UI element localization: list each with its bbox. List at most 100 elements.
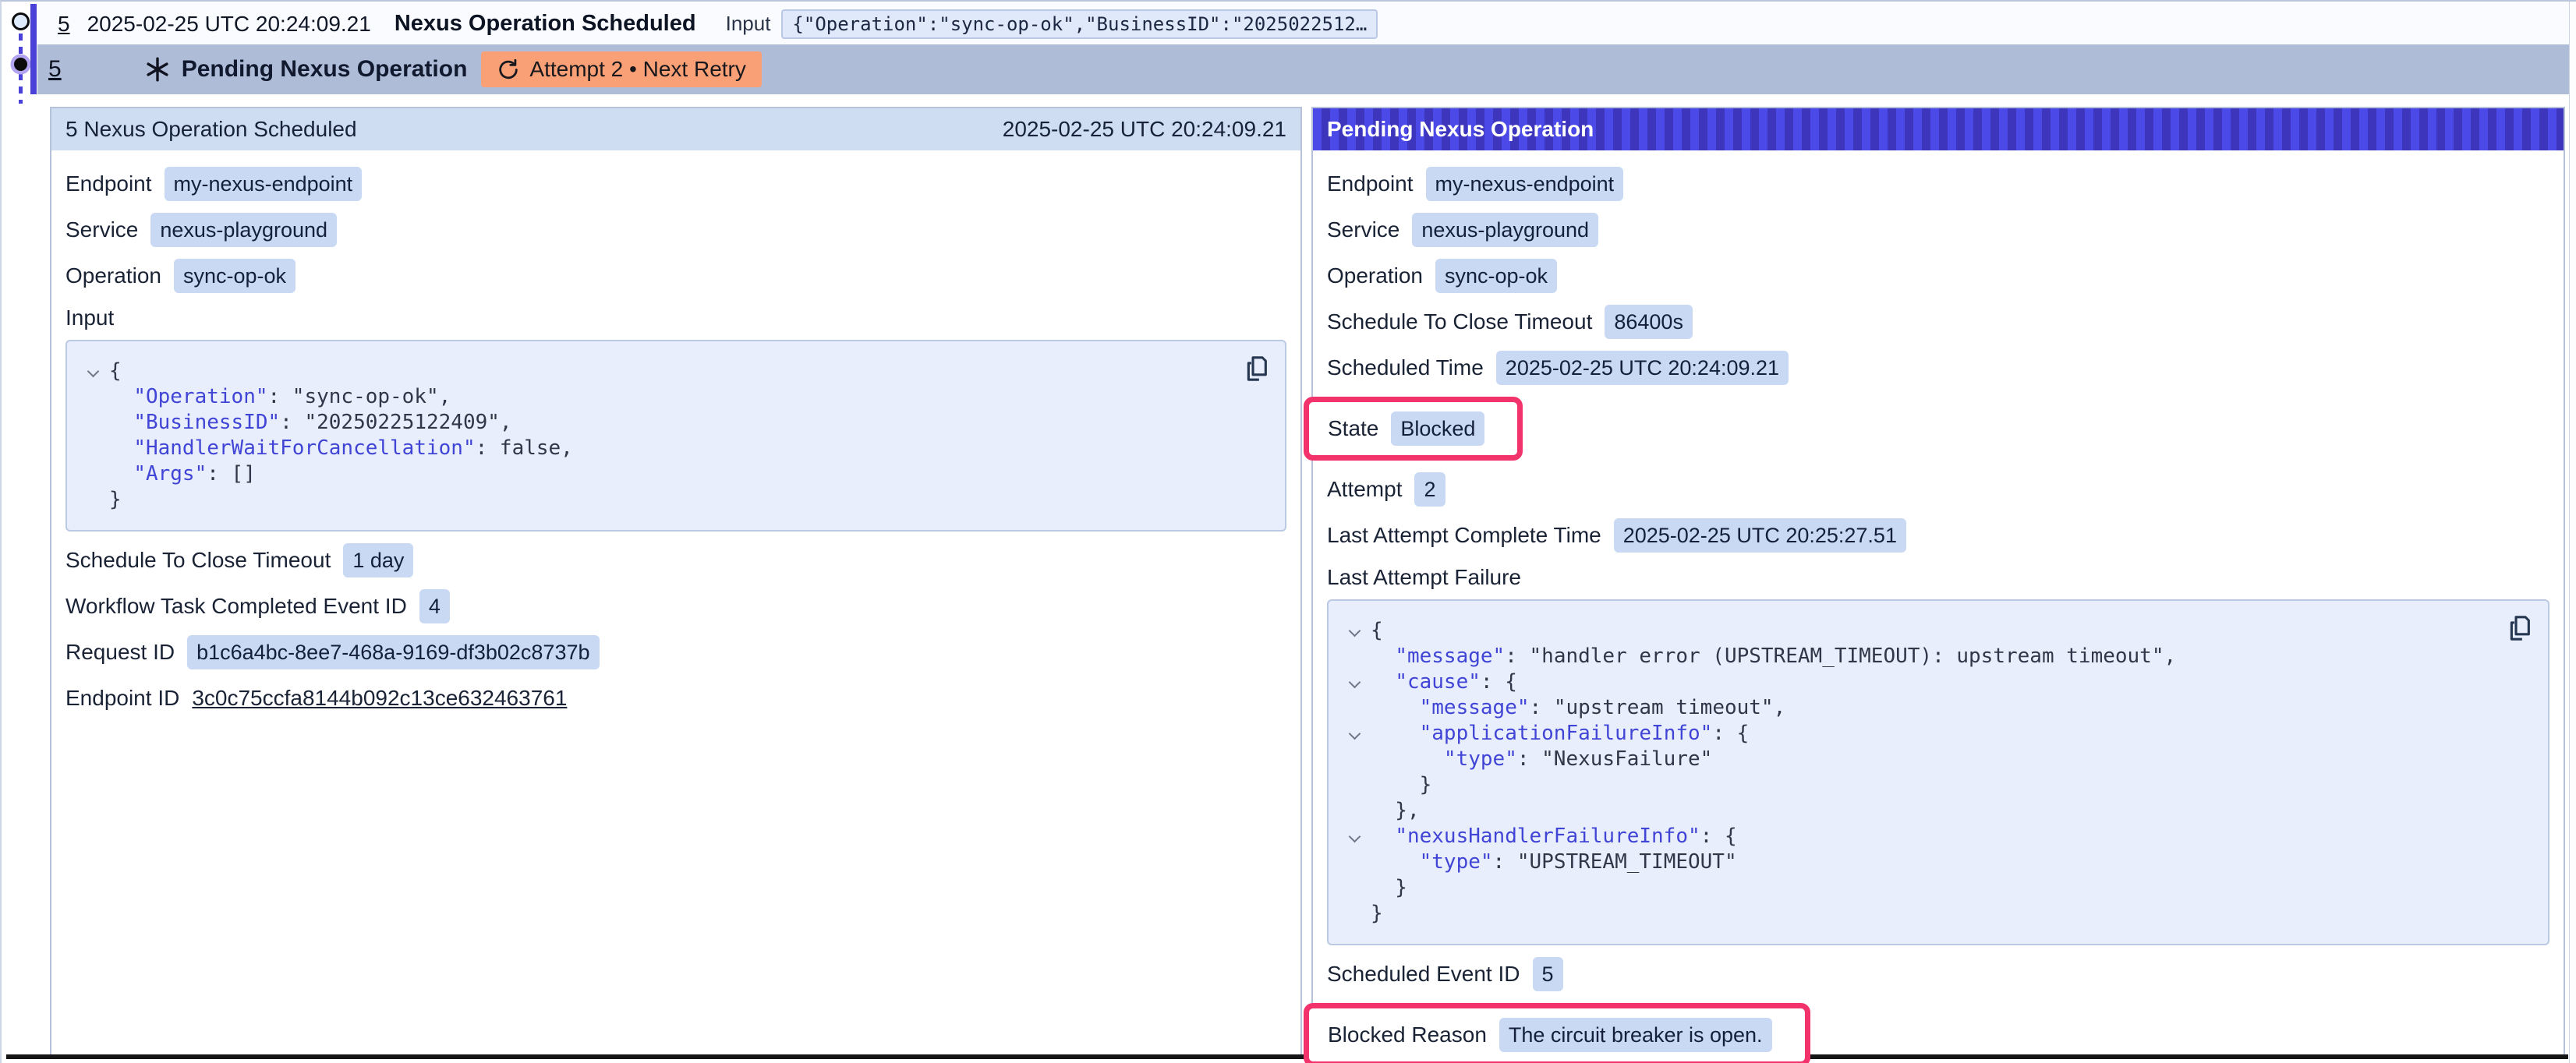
input-section-label: Input <box>65 305 1286 330</box>
code-gutter <box>1338 695 1371 704</box>
event-id-link[interactable]: 5 <box>58 12 70 37</box>
code-line: "type": "UPSTREAM_TIMEOUT" <box>1338 849 2501 875</box>
field-label-scheduled-time: Scheduled Time <box>1327 355 1484 380</box>
field-label-request-id: Request ID <box>65 640 175 665</box>
field-schedule-to-close-timeout: Schedule To Close Timeout86400s <box>1327 305 2549 339</box>
code-text: } <box>109 487 122 513</box>
code-gutter <box>1338 747 1371 755</box>
field-operation: Operationsync-op-ok <box>1327 259 2549 293</box>
copy-icon[interactable] <box>2506 613 2534 645</box>
code-gutter <box>1338 901 1371 909</box>
field-label-workflow-task-completed-event-id: Workflow Task Completed Event ID <box>65 594 407 619</box>
code-line: "Args": [] <box>76 461 1238 487</box>
field-endpoint: Endpoint my-nexus-endpoint <box>65 167 1286 201</box>
code-text: "nexusHandlerFailureInfo": { <box>1371 824 1737 849</box>
annotation-highlight-blocked-reason: Blocked Reason The circuit breaker is ope… <box>1304 1003 1810 1063</box>
code-text: } <box>1371 875 1407 901</box>
event-row-pending-nexus-operation[interactable]: 5 Pending Nexus Operation Attempt 2 • Ne… <box>37 44 2570 94</box>
code-line: }, <box>1338 798 2501 824</box>
code-line: { <box>76 358 1238 384</box>
scrollbar-track[interactable] <box>2569 2 2576 1063</box>
collapse-chevron-icon[interactable] <box>1338 721 1371 738</box>
field-value-endpoint: my-nexus-endpoint <box>165 167 363 201</box>
field-value-attempt: 2 <box>1414 472 1445 507</box>
fields-bottom: Scheduled Event ID5 Blocked Reason The cir… <box>1327 957 2549 1063</box>
input-label: Input <box>726 12 771 36</box>
code-text: "message": "upstream timeout", <box>1371 695 1785 721</box>
field-value-service: nexus-playground <box>1412 213 1598 247</box>
code-text: { <box>1371 618 1383 644</box>
code-line: "HandlerWaitForCancellation": false, <box>76 436 1238 461</box>
copy-icon[interactable] <box>1243 354 1271 385</box>
event-title: Pending Nexus Operation <box>182 56 468 83</box>
field-value-state: Blocked <box>1391 411 1484 446</box>
input-json-viewer: { "Operation": "sync-op-ok", "BusinessID… <box>65 340 1286 532</box>
input-preview-chip: {"Operation":"sync-op-ok","BusinessID":"… <box>781 9 1378 39</box>
code-text: "Operation": "sync-op-ok", <box>109 384 451 410</box>
last-attempt-failure-label: Last Attempt Failure <box>1327 565 2549 590</box>
field-value-workflow-task-completed-event-id: 4 <box>419 589 450 623</box>
field-label-attempt: Attempt <box>1327 477 1402 502</box>
field-value-endpoint-id[interactable]: 3c0c75ccfa8144b092c13ce632463761 <box>192 686 567 711</box>
annotation-highlight-state: State Blocked <box>1304 397 1523 461</box>
code-line: } <box>1338 772 2501 798</box>
code-text: "cause": { <box>1371 669 1517 695</box>
field-value-blocked-reason: The circuit breaker is open. <box>1499 1018 1772 1052</box>
pending-operation-panel-body: Endpointmy-nexus-endpointServicenexus-pl… <box>1313 150 2564 1063</box>
collapse-chevron-icon[interactable] <box>1338 824 1371 841</box>
field-value-scheduled-time: 2025-02-25 UTC 20:24:09.21 <box>1496 351 1789 385</box>
event-title: Nexus Operation Scheduled <box>395 11 696 37</box>
retry-attempt-badge: Attempt 2 • Next Retry <box>481 51 761 87</box>
field-workflow-task-completed-event-id: Workflow Task Completed Event ID 4 <box>65 589 1286 623</box>
code-text: } <box>1371 772 1431 798</box>
field-label-service: Service <box>65 217 138 242</box>
code-gutter <box>76 461 109 470</box>
field-value-request-id: b1c6a4bc-8ee7-468a-9169-df3b02c8737b <box>187 635 599 669</box>
code-gutter <box>1338 772 1371 781</box>
code-line: "cause": { <box>1338 669 2501 695</box>
field-label-blocked-reason: Blocked Reason <box>1328 1022 1487 1047</box>
timeline-node-current-icon <box>14 58 27 71</box>
collapse-chevron-icon[interactable] <box>1338 618 1371 635</box>
code-text: "message": "handler error (UPSTREAM_TIME… <box>1371 644 2176 669</box>
workflow-event-history: 5 2025-02-25 UTC 20:24:09.21 Nexus Opera… <box>0 0 2576 1063</box>
code-gutter <box>1338 849 1371 858</box>
field-label-operation: Operation <box>1327 263 1423 288</box>
field-endpoint-id: Endpoint ID 3c0c75ccfa8144b092c13ce632463… <box>65 681 1286 715</box>
code-gutter <box>1338 644 1371 652</box>
code-line: "message": "handler error (UPSTREAM_TIME… <box>1338 644 2501 669</box>
field-scheduled-event-id: Scheduled Event ID5 <box>1327 957 2549 991</box>
field-value-last-attempt-complete-time: 2025-02-25 UTC 20:25:27.51 <box>1614 518 1906 553</box>
panel-title: 5 Nexus Operation Scheduled <box>65 117 357 142</box>
timeline-node-open-icon <box>12 12 30 30</box>
field-value-scheduled-event-id: 5 <box>1533 957 1563 991</box>
field-value-schedule-to-close-timeout: 1 day <box>343 543 413 577</box>
field-last-attempt-complete-time: Last Attempt Complete Time2025-02-25 UTC… <box>1327 518 2549 553</box>
code-line: "type": "NexusFailure" <box>1338 747 2501 772</box>
pending-operation-panel: Pending Nexus Operation Endpointmy-nexus… <box>1311 107 2565 1058</box>
field-label-schedule-to-close-timeout: Schedule To Close Timeout <box>1327 309 1592 334</box>
code-text: "applicationFailureInfo": { <box>1371 721 1749 747</box>
collapse-chevron-icon[interactable] <box>76 358 109 376</box>
code-line: "applicationFailureInfo": { <box>1338 721 2501 747</box>
field-label-endpoint-id: Endpoint ID <box>65 686 179 711</box>
event-row-nexus-operation-scheduled[interactable]: 5 2025-02-25 UTC 20:24:09.21 Nexus Opera… <box>37 3 2570 44</box>
retry-icon <box>497 58 520 81</box>
pending-asterisk-icon <box>144 56 171 83</box>
code-gutter <box>76 384 109 393</box>
code-text: } <box>1371 901 1383 927</box>
panel-title: Pending Nexus Operation <box>1327 117 1594 142</box>
code-line: { <box>1338 618 2501 644</box>
failure-json-viewer: { "message": "handler error (UPSTREAM_TI… <box>1327 599 2549 945</box>
event-id-link[interactable]: 5 <box>48 56 62 83</box>
field-label-endpoint: Endpoint <box>65 171 152 196</box>
pending-operation-panel-header: Pending Nexus Operation <box>1313 108 2564 150</box>
field-service: Service nexus-playground <box>1327 213 2549 247</box>
field-scheduled-time: Scheduled Time 2025-02-25 UTC 20:24:09.21 <box>1327 351 2549 385</box>
scheduled-event-panel: 5 Nexus Operation Scheduled 2025-02-25 U… <box>50 107 1302 1058</box>
field-label-state: State <box>1328 416 1378 441</box>
field-label-service: Service <box>1327 217 1399 242</box>
retry-badge-label: Attempt 2 • Next Retry <box>529 57 745 82</box>
code-line: "BusinessID": "20250225122409", <box>76 410 1238 436</box>
collapse-chevron-icon[interactable] <box>1338 669 1371 687</box>
